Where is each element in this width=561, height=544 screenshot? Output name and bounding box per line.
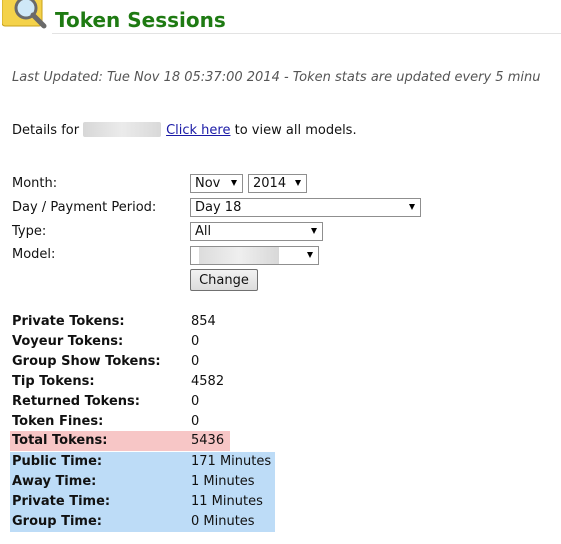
- stat-label: Group Time:: [12, 514, 102, 529]
- stat-row-private-time: Private Time: 11 Minutes: [10, 492, 275, 512]
- magnifier-icon: [1, 0, 52, 32]
- stat-value: 171 Minutes: [191, 454, 272, 469]
- stat-row-group-show-tokens: Group Show Tokens: 0: [10, 352, 220, 372]
- stat-row-group-time: Group Time: 0 Minutes: [10, 512, 275, 532]
- month-select-value: Nov: [195, 176, 221, 191]
- model-select[interactable]: [190, 246, 319, 265]
- header-divider: [52, 33, 561, 34]
- redacted-model-name: [83, 122, 162, 137]
- year-select[interactable]: 2014: [248, 174, 307, 193]
- month-label: Month:: [12, 176, 58, 191]
- stat-row-tip-tokens: Tip Tokens: 4582: [10, 372, 224, 392]
- stat-value: 4582: [191, 374, 225, 389]
- type-select-value: All: [195, 224, 212, 239]
- month-select[interactable]: Nov: [190, 174, 243, 193]
- stat-label: Total Tokens:: [12, 433, 108, 448]
- stat-label: Away Time:: [12, 474, 97, 489]
- stat-row-away-time: Away Time: 1 Minutes: [10, 472, 275, 492]
- period-label: Day / Payment Period:: [12, 200, 157, 215]
- stat-value: 11 Minutes: [191, 494, 263, 509]
- stat-value: 0: [191, 394, 200, 409]
- stat-value: 0 Minutes: [191, 514, 255, 529]
- stat-row-public-time: Public Time: 171 Minutes: [10, 452, 275, 472]
- stat-row-private-tokens: Private Tokens: 854: [10, 312, 220, 332]
- stat-label: Tip Tokens:: [12, 374, 95, 389]
- page-title: Token Sessions: [55, 8, 226, 32]
- stat-row-returned-tokens: Returned Tokens: 0: [10, 392, 220, 412]
- redacted-model-value: [199, 247, 279, 264]
- stat-label: Private Tokens:: [12, 314, 125, 329]
- year-select-value: 2014: [253, 176, 287, 191]
- type-label: Type:: [12, 224, 47, 239]
- stat-label: Private Time:: [12, 494, 111, 509]
- stat-value: 0: [191, 414, 200, 429]
- change-button[interactable]: Change: [190, 269, 258, 291]
- period-select[interactable]: Day 18: [190, 198, 421, 217]
- type-select[interactable]: All: [190, 222, 323, 241]
- chevron-down-icon: [311, 228, 317, 234]
- stat-value: 0: [191, 334, 200, 349]
- stat-label: Token Fines:: [12, 414, 104, 429]
- period-select-value: Day 18: [195, 200, 242, 215]
- details-line: Details for Click here to view all models…: [12, 122, 357, 138]
- stat-row-total-tokens: Total Tokens: 5436: [10, 431, 230, 451]
- chevron-down-icon: [295, 180, 301, 186]
- chevron-down-icon: [409, 204, 415, 210]
- chevron-down-icon: [231, 180, 237, 186]
- stat-label: Voyeur Tokens:: [12, 334, 124, 349]
- chevron-down-icon: [307, 252, 313, 258]
- view-all-models-link[interactable]: Click here: [166, 123, 230, 138]
- stat-label: Returned Tokens:: [12, 394, 140, 409]
- stat-label: Public Time:: [12, 454, 103, 469]
- details-suffix: to view all models.: [234, 123, 357, 138]
- details-prefix: Details for: [12, 123, 80, 138]
- stat-value: 0: [191, 354, 200, 369]
- stat-row-token-fines: Token Fines: 0: [10, 412, 220, 432]
- stat-label: Group Show Tokens:: [12, 354, 161, 369]
- stat-value: 5436: [191, 433, 225, 448]
- stat-row-voyeur-tokens: Voyeur Tokens: 0: [10, 332, 220, 352]
- stat-value: 854: [191, 314, 216, 329]
- stat-value: 1 Minutes: [191, 474, 255, 489]
- last-updated-text: Last Updated: Tue Nov 18 05:37:00 2014 -…: [12, 70, 541, 85]
- model-label: Model:: [12, 247, 56, 262]
